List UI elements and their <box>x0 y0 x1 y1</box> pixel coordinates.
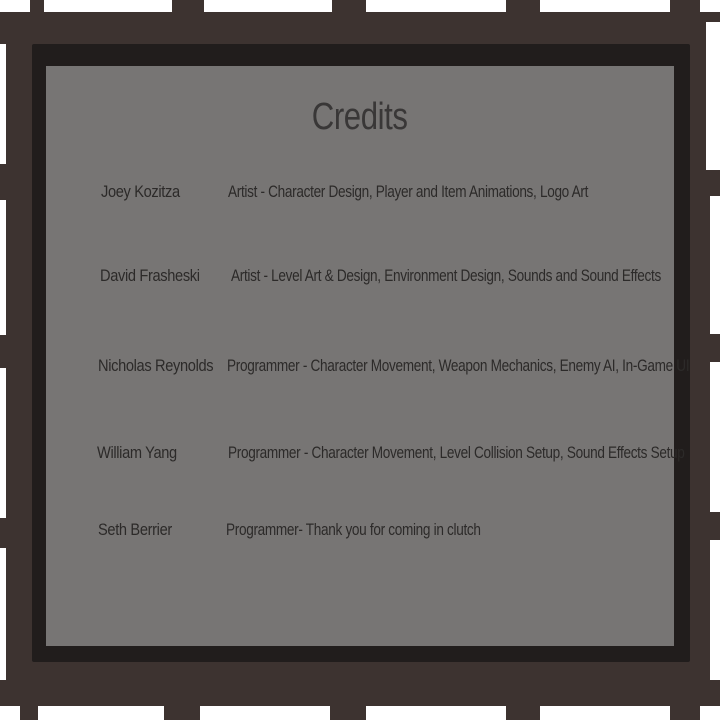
frame-notch <box>0 548 6 680</box>
frame-notch <box>540 0 670 12</box>
frame-notch <box>0 368 6 518</box>
credit-name: David Frasheski <box>100 266 200 285</box>
credit-role: Programmer - Character Movement, Level C… <box>228 443 685 462</box>
frame-notch <box>0 200 6 335</box>
frame-notch <box>710 362 720 512</box>
frame-notch <box>700 0 720 12</box>
frame-notch <box>710 540 720 680</box>
credit-name: Seth Berrier <box>98 520 172 539</box>
credit-name: Nicholas Reynolds <box>98 356 214 375</box>
frame-notch <box>0 44 6 164</box>
frame-notch <box>366 0 506 12</box>
credits-title: Credits <box>311 96 408 138</box>
frame-notch <box>540 706 670 720</box>
credit-role: Artist - Character Design, Player and It… <box>228 182 589 201</box>
credit-role: Programmer- Thank you for coming in clut… <box>226 520 481 539</box>
credit-role: Programmer - Character Movement, Weapon … <box>227 356 690 375</box>
credit-role: Artist - Level Art & Design, Environment… <box>231 266 661 285</box>
credit-name: William Yang <box>97 443 177 462</box>
frame-notch <box>204 0 332 12</box>
frame-notch <box>200 706 330 720</box>
frame-notch <box>706 22 720 170</box>
frame-notch <box>0 706 20 720</box>
frame-notch <box>44 0 172 12</box>
frame-notch <box>710 196 720 334</box>
credit-name: Joey Kozitza <box>101 182 180 201</box>
frame-notch <box>38 706 164 720</box>
frame-notch <box>366 706 506 720</box>
frame-notch <box>700 706 720 720</box>
frame-notch <box>0 0 30 12</box>
